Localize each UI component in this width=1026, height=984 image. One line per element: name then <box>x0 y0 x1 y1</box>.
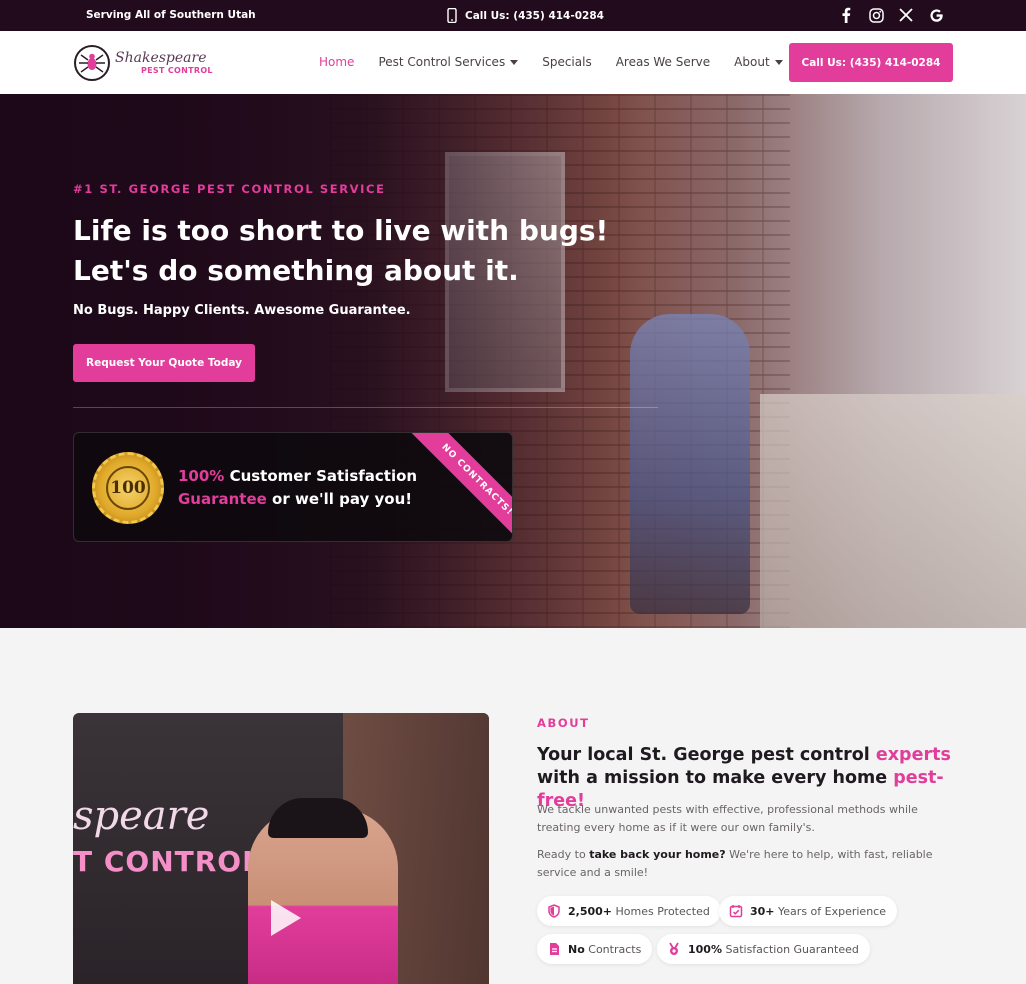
hero-subtitle: No Bugs. Happy Clients. Awesome Guarante… <box>73 303 411 318</box>
instagram-icon[interactable] <box>868 6 884 24</box>
about-p2-bold: take back your home? <box>589 848 726 861</box>
shield-icon <box>548 904 560 918</box>
guarantee-line-2: or we'll pay you! <box>266 490 413 508</box>
stat-label: Contracts <box>584 942 642 956</box>
logo[interactable]: Shakespeare PEST CONTROL <box>73 42 213 84</box>
nav-item-areas-we-serve[interactable]: Areas We Serve <box>616 55 710 69</box>
guarantee-text: 100% Customer Satisfaction Guarantee or … <box>178 465 417 511</box>
stat-value: 30+ <box>750 904 775 918</box>
video-sign-script: speare <box>73 793 210 839</box>
hero-section: #1 ST. GEORGE PEST CONTROL SERVICE Life … <box>0 94 1026 628</box>
top-phone-text: Call Us: (435) 414-0284 <box>465 9 604 22</box>
spider-logo-icon <box>74 45 110 81</box>
mobile-phone-icon <box>447 8 457 23</box>
request-quote-button[interactable]: Request Your Quote Today <box>73 344 255 382</box>
x-icon[interactable] <box>898 6 914 24</box>
stat-label: Homes Protected <box>612 904 710 918</box>
nav-item-about[interactable]: About <box>734 55 782 69</box>
medal-icon <box>669 942 679 955</box>
hero-title-line-2: Let's do something about it. <box>73 254 519 287</box>
stat-pill-satisfaction: 100% Satisfaction Guaranteed <box>657 934 870 964</box>
google-icon[interactable] <box>928 6 944 24</box>
about-p2-lead: Ready to <box>537 848 590 861</box>
satisfaction-seal-icon: 100 <box>92 452 164 524</box>
stat-pill-homes: 2,500+ Homes Protected <box>537 896 721 926</box>
about-title-highlight-1: experts <box>875 745 951 765</box>
facebook-icon[interactable] <box>838 6 854 24</box>
hero-divider <box>73 407 658 408</box>
stat-value: No <box>568 942 585 956</box>
stat-value: 100% <box>688 942 722 956</box>
guarantee-card: 100 100% Customer Satisfaction Guarantee… <box>73 432 513 542</box>
document-icon <box>550 943 559 955</box>
nav-item-label: Pest Control Services <box>378 55 506 69</box>
nav-links: Home Pest Control Services Specials Area… <box>319 55 783 69</box>
about-paragraph-2: Ready to take back your home? We're here… <box>537 846 937 882</box>
logo-wordmark: Shakespeare <box>115 50 207 66</box>
nav-item-specials[interactable]: Specials <box>542 55 592 69</box>
call-us-button[interactable]: Call Us: (435) 414-0284 <box>789 43 953 82</box>
video-cap-image <box>268 798 368 838</box>
hero-title-line-1: Life is too short to live with bugs! <box>73 214 609 247</box>
social-links <box>838 6 944 24</box>
play-icon[interactable] <box>263 893 309 943</box>
nav-item-pest-control-services[interactable]: Pest Control Services <box>378 55 518 69</box>
hero-eyebrow: #1 ST. GEORGE PEST CONTROL SERVICE <box>73 182 386 196</box>
stat-pill-contracts: No Contracts <box>537 934 653 964</box>
nav-item-label: About <box>734 55 770 69</box>
nav-item-home[interactable]: Home <box>319 55 354 69</box>
stat-value: 2,500+ <box>568 904 613 918</box>
hero-title: Life is too short to live with bugs! Let… <box>73 211 633 291</box>
about-video[interactable]: speare T CONTROL <box>73 713 489 984</box>
stat-pill-experience: 30+ Years of Experience <box>719 896 897 926</box>
about-title-part-2: with a mission to make every home <box>537 768 894 788</box>
main-navigation: Shakespeare PEST CONTROL Home Pest Contr… <box>0 31 1026 94</box>
service-area-text: Serving All of Southern Utah <box>86 9 256 21</box>
logo-tagline: PEST CONTROL <box>141 66 213 75</box>
guarantee-line-1: Customer Satisfaction <box>224 467 418 485</box>
top-phone-link[interactable]: Call Us: (435) 414-0284 <box>447 8 604 23</box>
no-contracts-ribbon: NO CONTRACTS! <box>407 433 512 541</box>
guarantee-percent: 100% <box>178 467 225 485</box>
top-bar: Serving All of Southern Utah Call Us: (4… <box>0 0 1026 31</box>
video-sign-text: T CONTROL <box>73 845 261 878</box>
stat-label: Years of Experience <box>774 904 886 918</box>
about-title-part-1: Your local St. George pest control <box>537 745 876 765</box>
about-paragraph-1: We tackle unwanted pests with effective,… <box>537 803 918 834</box>
stat-label: Satisfaction Guaranteed <box>721 942 859 956</box>
calendar-check-icon <box>729 905 743 918</box>
guarantee-word: Guarantee <box>178 490 267 508</box>
seal-number: 100 <box>106 466 150 510</box>
about-eyebrow: ABOUT <box>537 716 590 730</box>
